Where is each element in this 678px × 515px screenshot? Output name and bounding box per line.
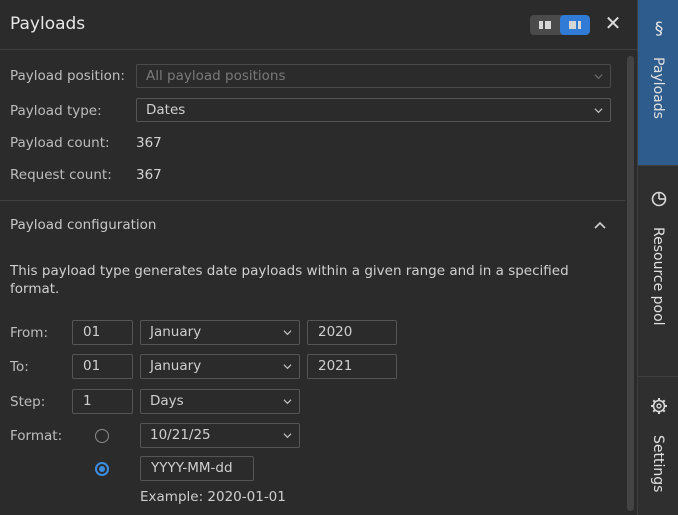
payloads-panel: Payloads ✕ Payload position: All payload… <box>0 0 637 515</box>
payload-position-select: All payload positions <box>136 64 611 88</box>
format-custom-input[interactable]: YYYY-MM-dd <box>140 456 254 481</box>
payload-position-label: Payload position: <box>10 68 125 84</box>
to-month-select[interactable]: January <box>140 354 300 379</box>
format-preset-radio[interactable] <box>95 429 109 443</box>
from-label: From: <box>10 325 48 341</box>
step-input[interactable]: 1 <box>72 389 133 414</box>
request-count-value: 367 <box>136 167 162 183</box>
format-preset-value: 10/21/25 <box>150 427 211 443</box>
close-icon[interactable]: ✕ <box>603 12 623 34</box>
sidebar-tab-payloads[interactable]: § Payloads <box>638 0 678 165</box>
chevron-down-icon <box>594 74 603 80</box>
from-month-value: January <box>150 324 202 340</box>
step-unit-value: Days <box>150 393 184 409</box>
layout-toggle-right[interactable] <box>560 15 590 35</box>
to-label: To: <box>10 359 29 375</box>
payload-type-value: Dates <box>146 102 186 118</box>
pie-chart-icon <box>651 191 667 207</box>
chevron-down-icon <box>594 108 603 114</box>
to-year-input[interactable]: 2021 <box>307 354 397 379</box>
step-unit-select[interactable]: Days <box>140 389 300 414</box>
right-sidebar: § Payloads Resource pool Settings <box>637 0 678 515</box>
chevron-down-icon <box>283 330 292 336</box>
split-layout-icon <box>539 21 551 29</box>
sidebar-tab-settings[interactable]: Settings <box>638 377 678 515</box>
format-custom-radio[interactable] <box>95 462 109 476</box>
to-day-input[interactable]: 01 <box>72 354 133 379</box>
chevron-down-icon <box>283 399 292 405</box>
format-preset-select[interactable]: 10/21/25 <box>140 423 300 448</box>
sidebar-tab-label: Settings <box>650 435 666 493</box>
panel-header: Payloads ✕ <box>0 0 637 50</box>
to-month-value: January <box>150 358 202 374</box>
payload-icon: § <box>654 19 664 39</box>
chevron-down-icon <box>283 433 292 439</box>
format-label: Format: <box>10 428 63 444</box>
chevron-up-icon[interactable] <box>593 218 607 232</box>
payload-position-value: All payload positions <box>146 68 286 84</box>
from-day-input[interactable]: 01 <box>72 320 133 345</box>
scrollbar-thumb[interactable] <box>627 56 634 511</box>
sidebar-tab-label: Payloads <box>650 57 666 119</box>
layout-toggle-left[interactable] <box>530 15 560 35</box>
sidebar-tab-label: Resource pool <box>650 227 666 326</box>
layout-toggle[interactable] <box>530 15 590 35</box>
step-label: Step: <box>10 394 46 410</box>
section-divider <box>0 200 625 201</box>
sidebar-tab-resource-pool[interactable]: Resource pool <box>638 166 678 376</box>
panel-layout-icon <box>569 21 581 29</box>
chevron-down-icon <box>283 364 292 370</box>
payload-type-label: Payload type: <box>10 103 102 119</box>
payload-type-select[interactable]: Dates <box>136 98 611 122</box>
payload-count-label: Payload count: <box>10 135 110 151</box>
panel-title: Payloads <box>10 14 86 34</box>
payload-count-value: 367 <box>136 135 162 151</box>
request-count-label: Request count: <box>10 167 112 183</box>
section-title: Payload configuration <box>10 217 157 233</box>
from-year-input[interactable]: 2020 <box>307 320 397 345</box>
config-description: This payload type generates date payload… <box>10 263 569 297</box>
from-month-select[interactable]: January <box>140 320 300 345</box>
format-example: Example: 2020-01-01 <box>140 489 286 505</box>
gear-icon <box>651 398 667 414</box>
